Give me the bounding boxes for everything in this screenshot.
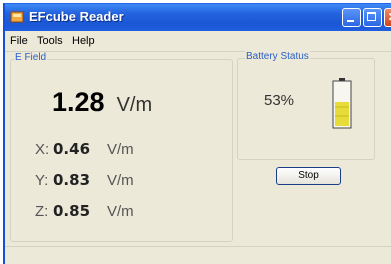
menu-file[interactable]: File	[10, 35, 28, 47]
status-divider	[5, 246, 391, 247]
app-icon	[10, 11, 24, 23]
axis-label-x: X:	[35, 141, 50, 158]
efield-magnitude-row: 1.28 V/m	[52, 87, 152, 118]
minimize-button[interactable]	[342, 8, 361, 27]
axis-value-y: 0.83	[53, 171, 91, 189]
menu-bar: File Tools Help	[5, 31, 391, 52]
battery-icon	[332, 78, 352, 129]
maximize-icon	[367, 12, 376, 21]
title-bar[interactable]: EFcube Reader	[5, 4, 391, 31]
app-window: EFcube Reader File Tools Help E Field 1.…	[3, 3, 391, 264]
window-title: EFcube Reader	[29, 9, 124, 24]
close-icon	[388, 12, 391, 21]
stop-button[interactable]: Stop	[276, 167, 341, 185]
maximize-button[interactable]	[363, 8, 382, 27]
battery-group	[237, 58, 375, 160]
close-button[interactable]	[384, 8, 391, 27]
axis-label-z: Z:	[35, 203, 49, 220]
minimize-icon	[347, 20, 354, 22]
axis-unit-x: V/m	[107, 141, 134, 158]
axis-row-x: X: 0.46 V/m	[35, 140, 134, 158]
menu-help[interactable]: Help	[72, 35, 95, 47]
battery-fill	[335, 102, 349, 126]
axis-label-y: Y:	[35, 172, 49, 189]
efield-unit: V/m	[116, 94, 153, 116]
axis-row-y: Y: 0.83 V/m	[35, 171, 134, 189]
battery-group-label: Battery Status	[245, 51, 310, 62]
axis-unit-y: V/m	[107, 172, 134, 189]
axis-row-z: Z: 0.85 V/m	[35, 202, 134, 220]
battery-percent: 53%	[264, 92, 295, 109]
efield-magnitude: 1.28	[52, 87, 105, 117]
axis-value-z: 0.85	[53, 202, 91, 220]
axis-unit-z: V/m	[107, 203, 134, 220]
axis-value-x: 0.46	[53, 140, 91, 158]
menu-tools[interactable]: Tools	[37, 35, 63, 47]
efield-group-label: E Field	[14, 52, 48, 63]
